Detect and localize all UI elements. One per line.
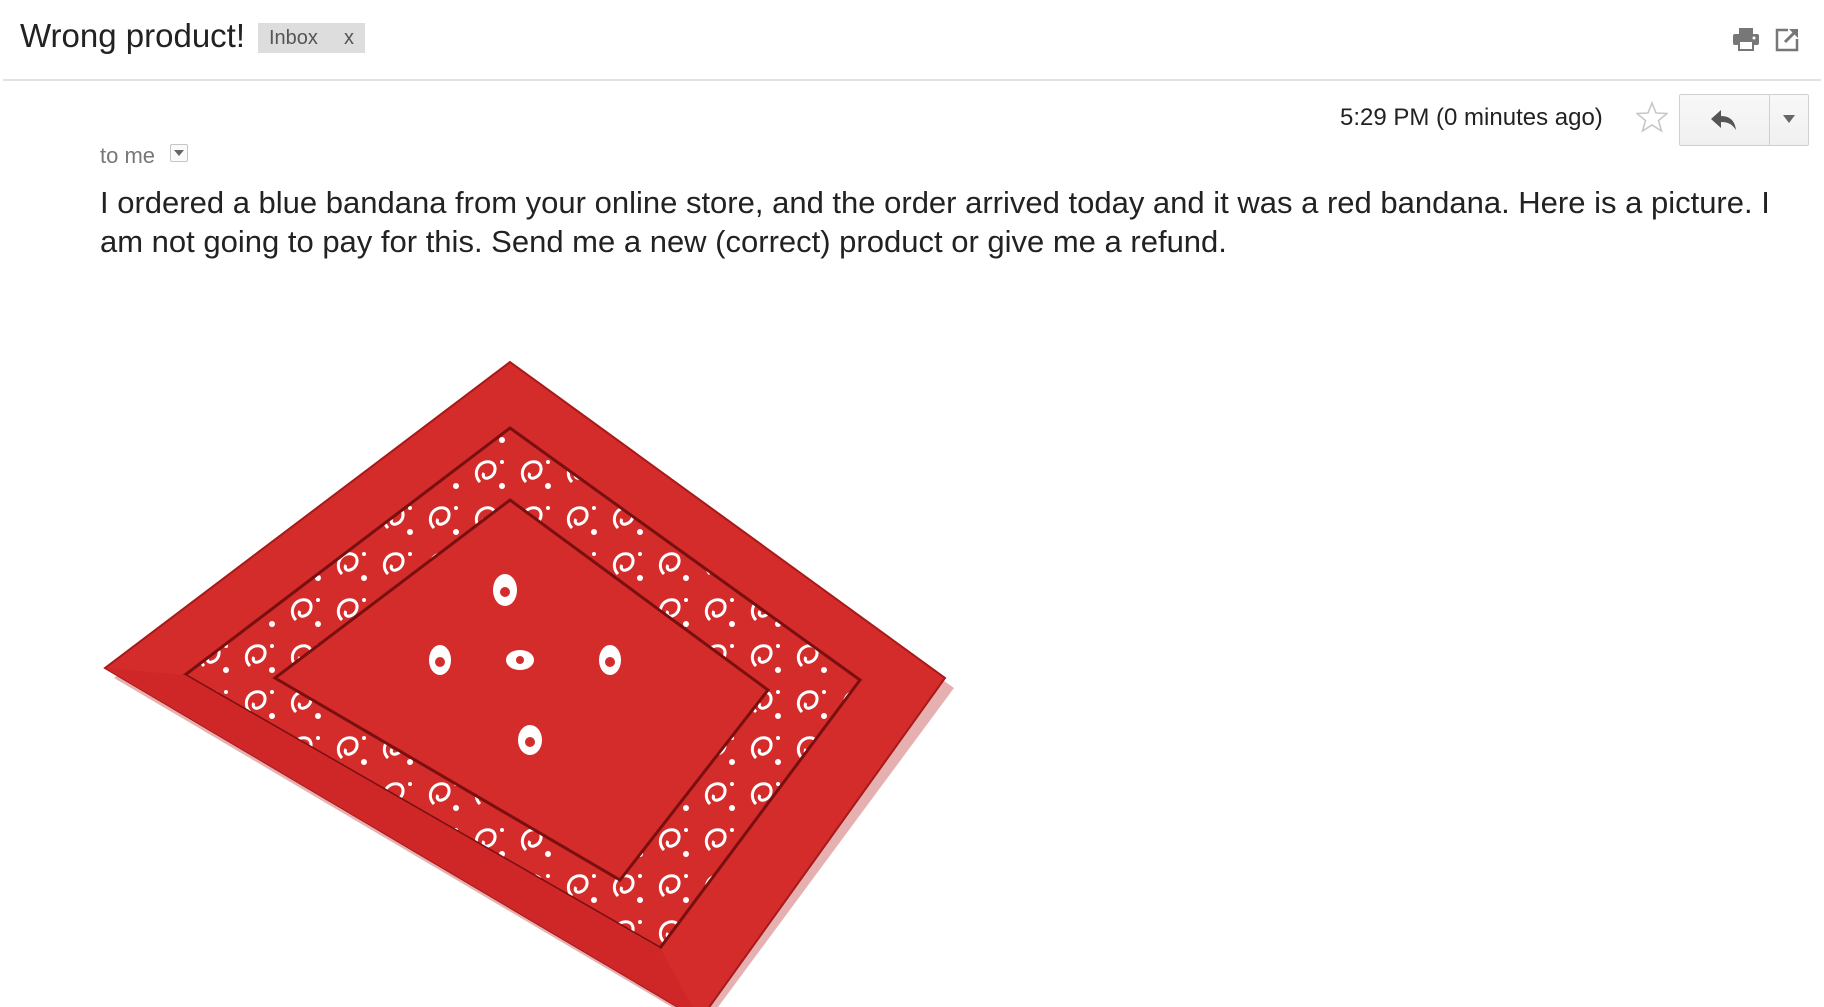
recipient-details-dropdown[interactable] [170,144,188,162]
star-icon[interactable] [1634,100,1670,133]
inbox-label-chip[interactable]: Inbox x [258,23,365,53]
reply-button-group [1679,94,1809,146]
more-actions-button[interactable] [1770,95,1808,145]
message-body: I ordered a blue bandana from your onlin… [100,185,1770,259]
reply-button[interactable] [1680,95,1770,145]
recipient-line: to me [100,143,156,168]
message-timestamp: 5:29 PM (0 minutes ago) [1340,104,1603,131]
reply-icon [1711,110,1736,130]
print-icon[interactable] [1732,26,1760,52]
bandana-photo [103,360,954,1007]
chevron-down-icon [174,150,184,156]
remove-label-button[interactable]: x [344,23,354,53]
label-text: Inbox [269,27,318,49]
chevron-down-icon [1783,115,1795,123]
email-view: Wrong product! Inbox x 5:29 PM (0 minute… [0,0,1824,1007]
subject-bar: Wrong product! Inbox x [0,0,1824,80]
email-subject: Wrong product! [20,17,246,54]
header-divider [3,79,1821,81]
new-window-icon[interactable] [1775,26,1801,52]
